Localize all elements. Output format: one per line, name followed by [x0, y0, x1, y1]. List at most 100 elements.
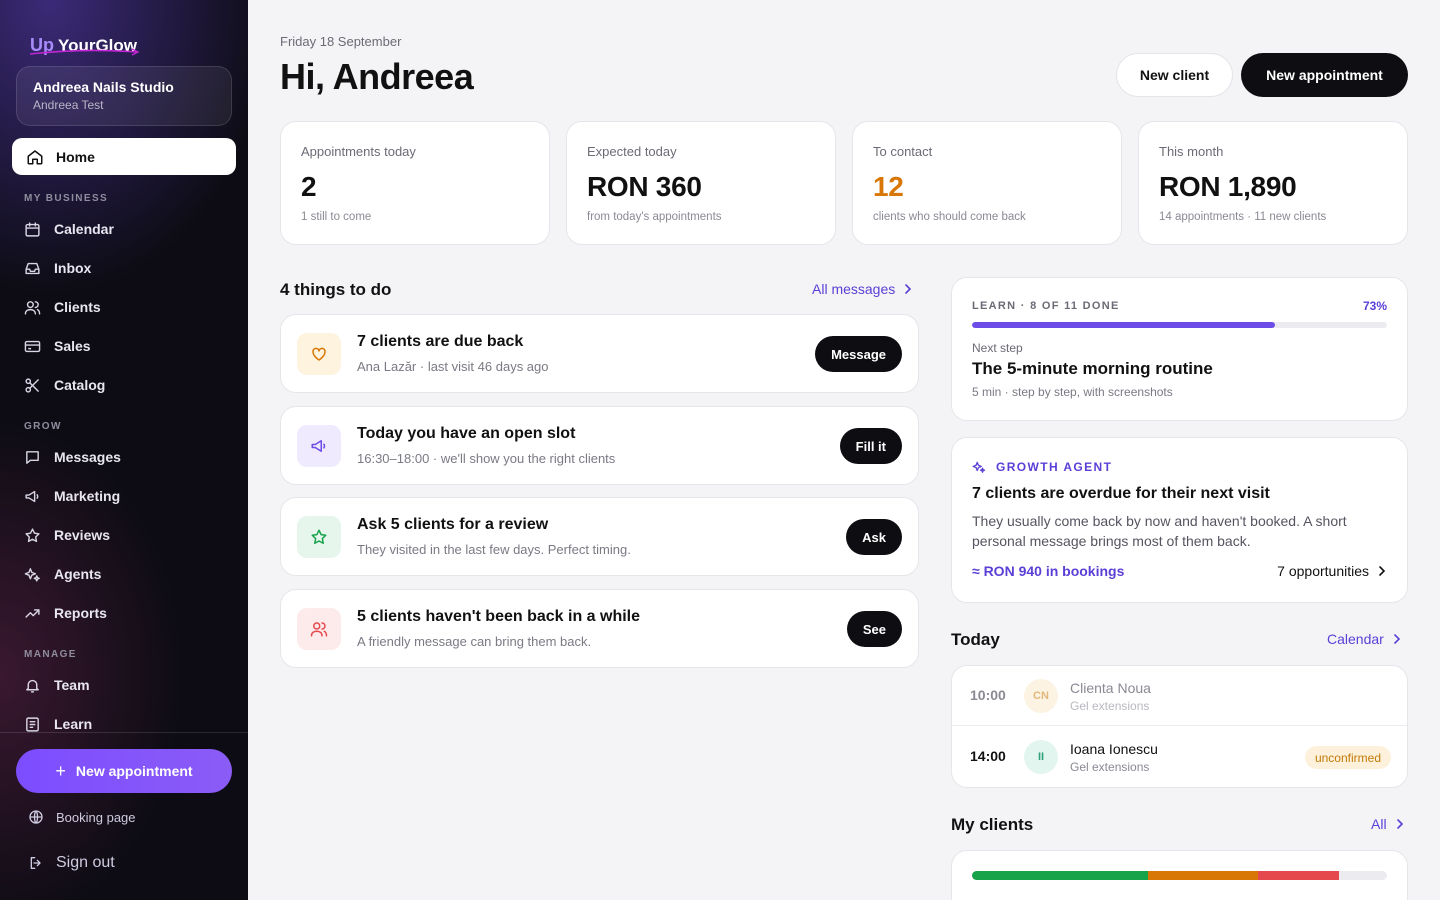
bell-icon	[24, 677, 42, 694]
sign-out-label: Sign out	[56, 854, 115, 871]
calendar-link[interactable]: Calendar	[1327, 631, 1402, 647]
plus-icon: +	[55, 760, 66, 781]
users-icon	[297, 608, 341, 650]
stat-card-this-month[interactable]: This month RON 1,890 14 appointments · 1…	[1138, 121, 1408, 245]
megaphone-icon	[297, 425, 341, 467]
stat-subtext: 1 still to come	[301, 211, 372, 223]
appointment-row[interactable]: 14:00 II Ioana Ionescu Gel extensions un…	[952, 727, 1407, 787]
sidebar-new-appointment-button[interactable]: + New appointment	[16, 749, 232, 793]
sidebar-item-label: Learn	[54, 716, 93, 732]
stat-subtext: clients who should come back	[873, 211, 1026, 223]
all-clients-link[interactable]: All	[1371, 816, 1405, 832]
task-card-not-back[interactable]: 5 clients haven't been back in a while A…	[280, 589, 919, 668]
sparkles-icon	[24, 566, 42, 583]
sidebar-item-label: Catalog	[54, 377, 106, 393]
sidebar-item-sales[interactable]: Sales	[24, 335, 91, 357]
logo-swoosh-icon	[30, 48, 140, 56]
client-segment	[1148, 871, 1259, 880]
sidebar-item-label: Clients	[54, 299, 101, 315]
client-segment	[972, 871, 1149, 880]
stat-card-to-contact[interactable]: To contact 12 clients who should come ba…	[852, 121, 1122, 245]
stat-card-expected-today[interactable]: Expected today RON 360 from today's appo…	[566, 121, 836, 245]
chevron-right-icon	[1395, 818, 1405, 830]
task-card-open-slot[interactable]: Today you have an open slot 16:30–18:00 …	[280, 406, 919, 485]
fill-it-button[interactable]: Fill it	[839, 428, 902, 464]
sidebar-item-agents[interactable]: Agents	[24, 563, 101, 585]
agent-estimate: ≈ RON 940 in bookings	[972, 563, 1125, 579]
section-label-manage: MANAGE	[24, 649, 77, 660]
stat-card-appointments-today[interactable]: Appointments today 2 1 still to come	[280, 121, 550, 245]
sidebar-item-messages[interactable]: Messages	[24, 446, 121, 468]
learn-progress-fill	[972, 322, 1275, 328]
see-button[interactable]: See	[846, 611, 902, 647]
learn-subtitle: 5 min · step by step, with screenshots	[972, 385, 1173, 399]
sidebar-item-reviews[interactable]: Reviews	[24, 524, 110, 546]
home-icon	[26, 148, 44, 166]
new-client-button[interactable]: New client	[1116, 53, 1233, 97]
learn-percent: 73%	[1362, 299, 1387, 313]
sidebar-item-label: Calendar	[54, 221, 114, 237]
stat-value: RON 360	[587, 171, 702, 202]
sidebar-item-clients[interactable]: Clients	[24, 296, 101, 318]
growth-agent-card[interactable]: GROWTH AGENT 7 clients are overdue for t…	[951, 437, 1408, 603]
all-messages-label: All messages	[812, 281, 896, 297]
stat-label: This month	[1159, 144, 1224, 159]
sidebar-item-label: Reviews	[54, 527, 111, 543]
agent-description: They usually come back by now and haven'…	[972, 513, 1347, 549]
card-icon	[24, 338, 42, 355]
current-date: Friday 18 September	[280, 34, 402, 49]
appointment-row[interactable]: 10:00 CN Clienta Noua Gel extensions	[952, 666, 1407, 726]
opportunities-link[interactable]: 7 opportunities	[1277, 563, 1387, 579]
sidebar-item-home[interactable]: Home	[12, 138, 236, 175]
todo-section-title: 4 things to do	[280, 280, 392, 299]
sidebar-item-label: Marketing	[54, 488, 121, 504]
all-clients-label: All	[1371, 816, 1387, 832]
booking-page-link[interactable]: Booking page	[28, 809, 136, 825]
users-icon	[24, 299, 42, 316]
sidebar-item-marketing[interactable]: Marketing	[24, 485, 120, 507]
agent-header-label: GROWTH AGENT	[996, 460, 1113, 474]
sidebar-item-catalog[interactable]: Catalog	[24, 374, 105, 396]
heart-icon	[297, 333, 341, 375]
ask-button[interactable]: Ask	[846, 519, 902, 555]
sidebar-new-appointment-label: New appointment	[75, 763, 193, 779]
stat-subtext: 14 appointments · 11 new clients	[1159, 211, 1327, 223]
task-title: Ask 5 clients for a review	[357, 516, 549, 533]
stat-value: 12	[873, 171, 904, 202]
sidebar-item-label: Inbox	[54, 260, 92, 276]
task-title: 5 clients haven't been back in a while	[357, 608, 641, 625]
studio-switcher[interactable]: Andreea Nails Studio Andreea Test	[16, 66, 232, 126]
sign-out-link[interactable]: Sign out	[28, 854, 115, 872]
globe-icon	[28, 809, 44, 825]
all-messages-link[interactable]: All messages	[812, 281, 913, 297]
appointment-time: 14:00	[970, 748, 1006, 764]
stat-value: RON 1,890	[1159, 171, 1297, 202]
message-button[interactable]: Message	[815, 336, 902, 372]
page-title: Hi, Andreea	[280, 56, 474, 97]
sidebar-item-reports[interactable]: Reports	[24, 602, 107, 624]
sparkles-icon	[972, 460, 986, 474]
avatar: CN	[1024, 679, 1058, 713]
sidebar-divider	[0, 732, 248, 733]
chevron-right-icon	[1377, 565, 1387, 577]
learn-title: The 5-minute morning routine	[972, 359, 1213, 378]
avatar: II	[1024, 740, 1058, 774]
learn-progress-card[interactable]: LEARN · 8 OF 11 DONE 73% Next step The 5…	[951, 277, 1408, 421]
sidebar-item-calendar[interactable]: Calendar	[24, 218, 114, 240]
stat-label: Expected today	[587, 144, 677, 159]
new-appointment-button[interactable]: New appointment	[1241, 53, 1408, 97]
sidebar-item-label: Home	[56, 148, 95, 165]
task-card-ask-review[interactable]: Ask 5 clients for a review They visited …	[280, 497, 919, 576]
task-card-due-back[interactable]: 7 clients are due back Ana Lazăr · last …	[280, 314, 919, 393]
studio-user: Andreea Test	[33, 98, 104, 112]
brand-logo[interactable]: Up YourGlow	[30, 28, 140, 56]
my-clients-title: My clients	[951, 815, 1034, 834]
task-subtitle: They visited in the last few days. Perfe…	[357, 542, 631, 557]
client-name: Ioana Ionescu	[1070, 741, 1158, 757]
chevron-right-icon	[903, 283, 913, 295]
sidebar-item-inbox[interactable]: Inbox	[24, 257, 91, 279]
service-name: Gel extensions	[1070, 760, 1150, 774]
chevron-right-icon	[1392, 633, 1402, 645]
sidebar-item-team[interactable]: Team	[24, 674, 90, 696]
calendar-icon	[24, 221, 42, 238]
